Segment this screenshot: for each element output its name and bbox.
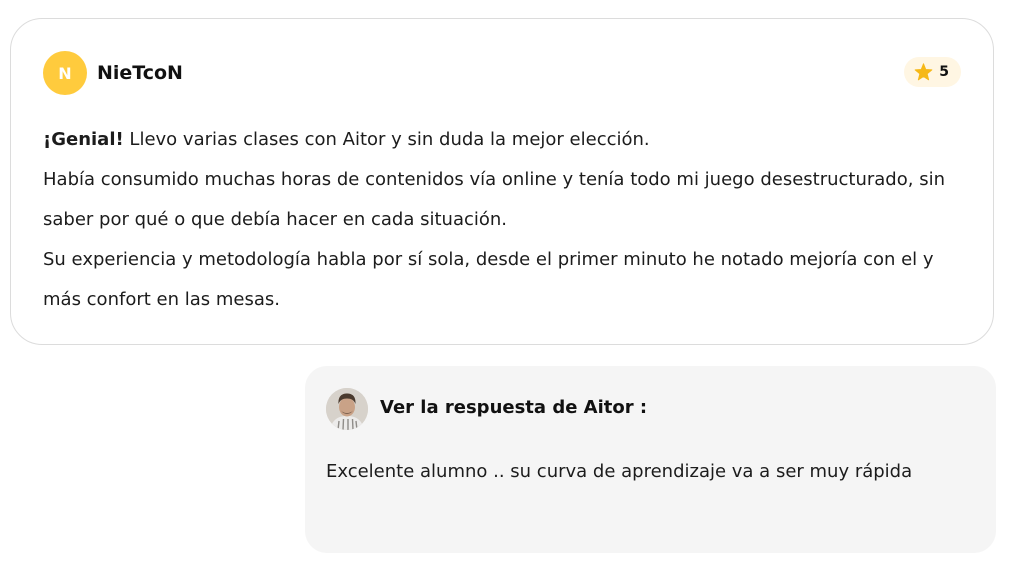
review-text: ¡Genial! Llevo varias clases con Aitor y… bbox=[43, 120, 973, 320]
reply-card: Ver la respuesta de Aitor : Excelente al… bbox=[305, 366, 996, 553]
review-paragraph: Su experiencia y metodología habla por s… bbox=[43, 249, 934, 310]
avatar: N bbox=[43, 51, 87, 95]
review-first-line: Llevo varias clases con Aitor y sin duda… bbox=[123, 129, 650, 150]
review-header: N NieTcoN 5 bbox=[43, 51, 961, 95]
star-icon bbox=[914, 63, 933, 81]
review-paragraph: Había consumido muchas horas de contenid… bbox=[43, 169, 945, 230]
reply-title[interactable]: Ver la respuesta de Aitor : bbox=[380, 397, 647, 418]
review-card: N NieTcoN 5 ¡Genial! Llevo varias clases… bbox=[10, 18, 994, 345]
responder-avatar bbox=[326, 388, 368, 430]
review-headline: ¡Genial! bbox=[43, 129, 124, 150]
rating-badge: 5 bbox=[904, 57, 961, 87]
rating-value: 5 bbox=[939, 64, 949, 80]
review-paragraph: ¡Genial! Llevo varias clases con Aitor y… bbox=[43, 120, 973, 160]
reviewer-name: NieTcoN bbox=[97, 62, 183, 84]
reply-text: Excelente alumno .. su curva de aprendiz… bbox=[326, 461, 913, 482]
